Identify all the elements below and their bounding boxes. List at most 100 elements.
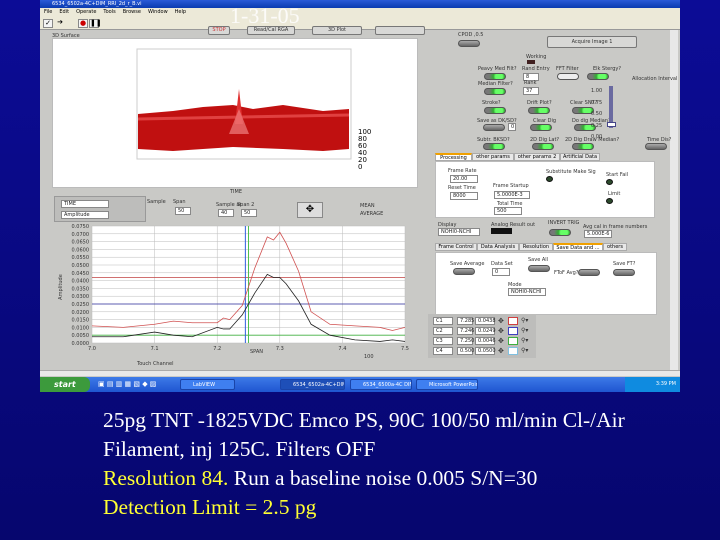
cursor-x[interactable]: 7.250: [457, 337, 474, 345]
data-set-field[interactable]: 0: [492, 268, 510, 276]
cursor-x[interactable]: 7.285: [457, 317, 474, 325]
invert-trig-toggle[interactable]: [549, 229, 571, 236]
cursor-style-icon[interactable]: [508, 327, 518, 335]
cursor-name[interactable]: C1: [433, 317, 453, 325]
cursor-row[interactable]: C1 7.285 0.0438 ✥ ⚲▾: [433, 317, 533, 325]
cursor-x[interactable]: 0.500: [457, 347, 474, 355]
tab-other-params-2[interactable]: other params 2: [514, 153, 560, 161]
save-all-toggle[interactable]: [528, 265, 550, 272]
2d-dig-lat-toggle[interactable]: [532, 143, 554, 150]
horizontal-scrollbar[interactable]: [40, 370, 680, 376]
title-bar: 6534_6502a-4C+DIM_RRI_2d_r_B.vi: [40, 0, 680, 8]
slider-label: Allocation Interval: [632, 76, 678, 82]
taskbar-item-powerpoint[interactable]: Microsoft PowerPoint - ...: [416, 379, 478, 390]
span2-field[interactable]: 50: [241, 209, 257, 217]
taskbar-item-labview[interactable]: LabVIEW: [180, 379, 235, 390]
tab-processing[interactable]: Processing: [435, 153, 472, 161]
tab-other-params[interactable]: other params: [472, 153, 514, 161]
cursor-x[interactable]: 7.246: [457, 327, 474, 335]
mode-field[interactable]: NOHI0-NCHI: [508, 288, 546, 296]
2d-dig-draw-median-toggle[interactable]: [572, 143, 594, 150]
drift-plot-toggle[interactable]: [528, 107, 550, 114]
run-icon[interactable]: ✓: [43, 19, 53, 28]
menu-tools[interactable]: Tools: [103, 9, 115, 15]
cursor-y[interactable]: 0.0500: [475, 347, 496, 355]
stroke-toggle[interactable]: [484, 107, 506, 114]
elk-toggle[interactable]: [587, 73, 609, 80]
rank-field[interactable]: 37: [523, 87, 539, 95]
menu-operate[interactable]: Operate: [76, 9, 96, 15]
tab-save-data[interactable]: Save Data and ...: [553, 243, 603, 251]
subtr-bksd-toggle[interactable]: [483, 143, 505, 150]
peavy-toggle[interactable]: [484, 73, 506, 80]
avg-cal-field[interactable]: 5.000E-6: [584, 230, 612, 238]
save-dksd-toggle[interactable]: [483, 124, 505, 131]
cursor-y[interactable]: 0.0438: [475, 317, 496, 325]
menu-window[interactable]: Window: [148, 9, 168, 15]
median-filter-toggle[interactable]: [484, 88, 506, 95]
stop-button[interactable]: STOP: [208, 26, 230, 35]
cursor-style-icon[interactable]: [508, 337, 518, 345]
ftof-avg-toggle[interactable]: [578, 269, 600, 276]
tab-artificial-data[interactable]: Artificial Data: [560, 153, 600, 161]
tab-frame-control[interactable]: Frame Control: [435, 243, 477, 251]
read-cal-rga-button[interactable]: Read/Cal RGA: [247, 26, 295, 35]
sample-at-field[interactable]: 40: [218, 209, 234, 217]
cursor-move-icon[interactable]: ✥: [498, 347, 504, 355]
cursor-lock-icon[interactable]: ⚲▾: [521, 337, 528, 344]
taskbar-item-vi-2[interactable]: 6534_6500a-4C DIM...: [350, 379, 412, 390]
cursor-move-icon[interactable]: ✥: [498, 327, 504, 335]
plot-name-amplitude[interactable]: Amplitude: [61, 211, 109, 219]
time-dis-toggle[interactable]: [645, 143, 667, 150]
acquire-image-button[interactable]: Acquire Image 1: [547, 36, 637, 48]
display-field[interactable]: NOHI0-NCHI: [438, 228, 480, 236]
start-button[interactable]: start: [40, 377, 90, 392]
pan-tool-icon[interactable]: ✥: [297, 202, 323, 218]
save-average-toggle[interactable]: [453, 268, 475, 275]
extra-button[interactable]: [375, 26, 425, 35]
frame-startup-field[interactable]: 5.0000E-3: [494, 191, 530, 199]
quick-launch-icons[interactable]: ▣ ▤ ▥ ▦ ▧ ◆ ▨: [98, 380, 156, 388]
cursor-style-icon[interactable]: [508, 317, 518, 325]
menu-help[interactable]: Help: [175, 9, 186, 15]
cursor-move-icon[interactable]: ✥: [498, 337, 504, 345]
tab-others[interactable]: others: [603, 243, 627, 251]
3d-surface-plot[interactable]: 100 80 60 40 20 0: [52, 38, 418, 188]
cursor-row[interactable]: C2 7.246 0.0249 ✥ ⚲▾: [433, 327, 533, 335]
total-time-field[interactable]: 500: [494, 207, 522, 215]
cursor-style-icon[interactable]: [508, 347, 518, 355]
menu-browse[interactable]: Browse: [123, 9, 141, 15]
cursor-row[interactable]: C4 0.500 0.0500 ✥ ⚲▾: [433, 347, 533, 355]
cursor-name[interactable]: C4: [433, 347, 453, 355]
abort-icon[interactable]: ●: [78, 19, 88, 28]
cursor-name[interactable]: C3: [433, 337, 453, 345]
frame-rate-field[interactable]: 20.00: [450, 175, 478, 183]
span-field[interactable]: 50: [175, 207, 191, 215]
cursor-move-icon[interactable]: ✥: [498, 317, 504, 325]
taskbar-item-vi-1[interactable]: 6534_6502a-4C+DIM...: [280, 379, 345, 390]
save-dksd-field[interactable]: 0: [508, 123, 516, 131]
reset-time-field[interactable]: 8000: [450, 192, 478, 200]
menu-edit[interactable]: Edit: [59, 9, 69, 15]
fft-filter-toggle[interactable]: [557, 73, 579, 80]
run-continuous-icon[interactable]: ➔: [55, 19, 65, 28]
save-ft-toggle[interactable]: [613, 269, 635, 276]
cursor-lock-icon[interactable]: ⚲▾: [521, 327, 528, 334]
cursor-y[interactable]: 0.0249: [475, 327, 496, 335]
plot-name-time[interactable]: TIME: [61, 200, 109, 208]
menu-file[interactable]: File: [44, 9, 52, 15]
waveform-graph[interactable]: 0.0750 0.0700 0.0650 0.0600 0.0550 0.0500 0.04…: [52, 222, 412, 355]
cpod-toggle[interactable]: [458, 40, 480, 47]
tab-data-analysis[interactable]: Data Analysis: [477, 243, 519, 251]
cursor-lock-icon[interactable]: ⚲▾: [521, 347, 528, 354]
cursor-row[interactable]: C3 7.250 0.0046 ✥ ⚲▾: [433, 337, 533, 345]
caption-line-1: 25pg TNT -1825VDC Emco PS, 90C 100/50 ml…: [103, 408, 625, 432]
cursor-name[interactable]: C2: [433, 327, 453, 335]
pause-icon[interactable]: ❚❚: [89, 19, 102, 28]
3d-plot-button[interactable]: 3D Plot: [312, 26, 362, 35]
allocation-slider-thumb[interactable]: [607, 122, 616, 127]
cursor-lock-icon[interactable]: ⚲▾: [521, 317, 528, 324]
tab-resolution[interactable]: Resolution: [519, 243, 553, 251]
cursor-y[interactable]: 0.0046: [475, 337, 496, 345]
clear-dig-toggle[interactable]: [530, 124, 552, 131]
